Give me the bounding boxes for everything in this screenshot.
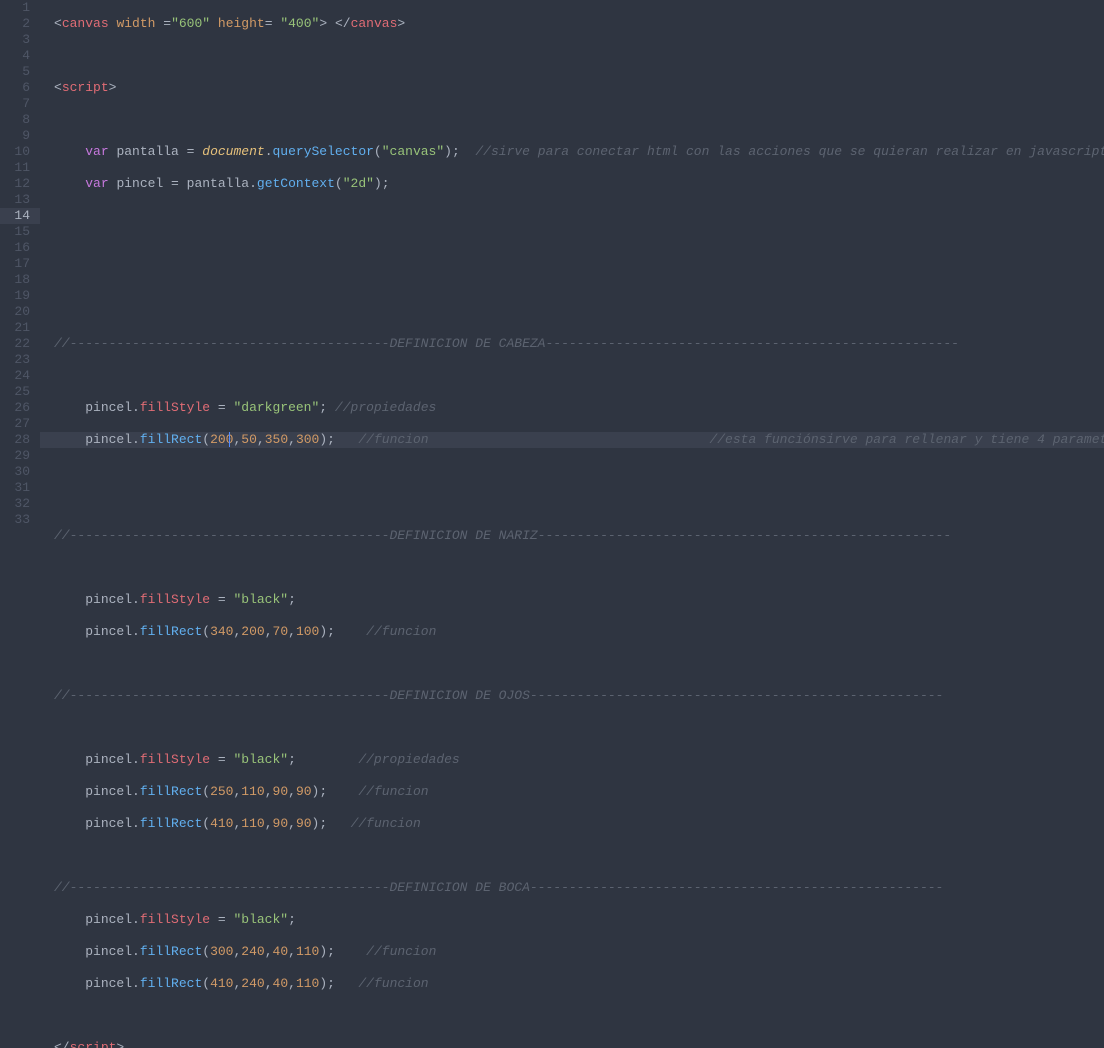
code-line: pincel.fillStyle = "darkgreen"; //propie… xyxy=(54,400,1104,416)
code-line xyxy=(54,560,1104,576)
code-line xyxy=(54,304,1104,320)
code-line: var pantalla = document.querySelector("c… xyxy=(54,144,1104,160)
code-line: pincel.fillStyle = "black"; xyxy=(54,912,1104,928)
code-line: pincel.fillStyle = "black"; xyxy=(54,592,1104,608)
code-line xyxy=(54,720,1104,736)
code-line: //--------------------------------------… xyxy=(54,528,1104,544)
code-line xyxy=(54,496,1104,512)
code-line: //--------------------------------------… xyxy=(54,336,1104,352)
code-line: pincel.fillRect(410,110,90,90); //funcio… xyxy=(54,816,1104,832)
line-number-gutter: 1234567891011121314151617181920212223242… xyxy=(0,0,40,524)
code-line: <script> xyxy=(54,80,1104,96)
code-line xyxy=(54,656,1104,672)
code-content[interactable]: <canvas width ="600" height= "400"> </ca… xyxy=(40,0,1104,524)
code-line: </script> xyxy=(54,1040,1104,1048)
code-line xyxy=(54,208,1104,224)
code-line xyxy=(54,48,1104,64)
code-line xyxy=(54,1008,1104,1024)
code-line: pincel.fillRect(300,240,40,110); //funci… xyxy=(54,944,1104,960)
code-editor[interactable]: 1234567891011121314151617181920212223242… xyxy=(0,0,1104,524)
code-line xyxy=(54,240,1104,256)
code-line: pincel.fillRect(250,110,90,90); //funcio… xyxy=(54,784,1104,800)
code-line: <canvas width ="600" height= "400"> </ca… xyxy=(54,16,1104,32)
code-line: var pincel = pantalla.getContext("2d"); xyxy=(54,176,1104,192)
code-line: //--------------------------------------… xyxy=(54,688,1104,704)
code-line: pincel.fillRect(410,240,40,110); //funci… xyxy=(54,976,1104,992)
code-line xyxy=(54,848,1104,864)
code-line xyxy=(54,368,1104,384)
code-line-active: pincel.fillRect(200,50,350,300); //funci… xyxy=(40,432,1104,448)
code-line xyxy=(54,112,1104,128)
code-line: pincel.fillRect(340,200,70,100); //funci… xyxy=(54,624,1104,640)
code-line xyxy=(54,464,1104,480)
code-line: pincel.fillStyle = "black"; //propiedade… xyxy=(54,752,1104,768)
code-line: //--------------------------------------… xyxy=(54,880,1104,896)
code-line xyxy=(54,272,1104,288)
